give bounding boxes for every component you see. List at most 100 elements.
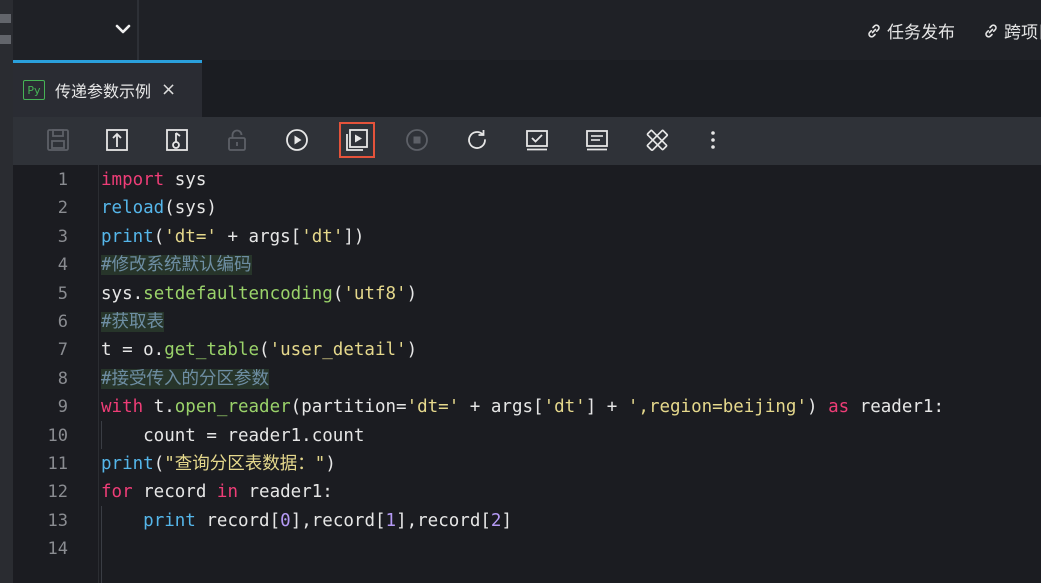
line-number: 5 [57, 283, 68, 304]
code-token: sys [164, 170, 207, 190]
line-number: 14 [47, 539, 68, 560]
code-token: ) [406, 340, 418, 361]
code-token: 'dt' [301, 226, 344, 247]
code-token: (sys) [164, 198, 217, 219]
save-button[interactable] [43, 125, 73, 155]
code-token: record [132, 482, 217, 503]
submit-button[interactable] [102, 125, 132, 155]
code-token: 2 [490, 510, 502, 531]
format-icon [586, 130, 608, 151]
code-token: 1 [385, 510, 397, 531]
code-line[interactable]: with t.open_reader(partition='dt=' + arg… [101, 393, 944, 421]
code-token: as [828, 397, 850, 418]
code-line[interactable]: sys.setdefaultencoding('utf8') [101, 280, 417, 308]
line-number: 6 [57, 312, 68, 332]
code-editor[interactable]: 1 2 3 4 5 6 7 8 9 10 11 12 13 14 import sys reload(sys… [13, 165, 1041, 583]
code-token: ( [259, 340, 270, 361]
code-token: ) [325, 454, 336, 474]
code-token: in [216, 482, 238, 503]
check-icon [526, 130, 548, 151]
code-token: 'utf8' [343, 283, 407, 304]
code-token: count = reader1.count [101, 425, 365, 446]
commit-button[interactable] [162, 125, 192, 155]
code-token: setdefaultencoding [143, 283, 333, 304]
refresh-button[interactable] [462, 125, 492, 155]
tab-title: 传递参数示例 [55, 82, 152, 101]
code-line[interactable]: count = reader1.count [101, 422, 364, 450]
code-token: 'dt' [543, 397, 586, 418]
line-number: 3 [57, 226, 68, 247]
check-button[interactable] [522, 125, 552, 155]
settings-button[interactable] [642, 125, 672, 155]
code-line[interactable]: import sys [101, 166, 206, 194]
topbar-divider [137, 0, 139, 60]
run-button[interactable] [282, 125, 312, 155]
format-button[interactable] [582, 125, 612, 155]
code-token: (partition= [290, 397, 407, 418]
cross-project-link[interactable]: 跨项目 [983, 18, 1041, 43]
left-sidebar-strip [0, 0, 13, 583]
tab-pass-params-example[interactable]: Py 传递参数示例 × [13, 60, 202, 117]
code-token: for [101, 482, 133, 503]
save-icon [47, 129, 69, 151]
code-token: reload [101, 198, 165, 219]
python-file-icon: Py [23, 80, 45, 100]
code-token: open_reader [174, 397, 291, 418]
code-token: 'dt=' [406, 397, 460, 418]
top-bar: 任务发布 跨项目 [13, 0, 1041, 60]
code-line[interactable]: #获取表 [101, 308, 165, 336]
settings-icon [646, 129, 669, 152]
code-line[interactable]: print('dt=' + args['dt']) [101, 223, 364, 251]
more-icon [711, 131, 715, 149]
close-icon[interactable]: × [161, 81, 176, 99]
stop-button[interactable] [402, 125, 432, 155]
code-token: print [101, 226, 154, 247]
code-line[interactable]: print("查询分区表数据：") [101, 450, 336, 478]
code-token: #获取表 [101, 312, 165, 332]
run-icon [286, 129, 308, 151]
publish-task-link[interactable]: 任务发布 [866, 18, 955, 43]
code-token: ( [153, 454, 165, 474]
sidebar-marker [0, 14, 11, 23]
chevron-down-icon[interactable] [113, 18, 133, 40]
more-button[interactable] [698, 125, 728, 155]
stop-icon [406, 129, 428, 151]
editor-toolbar [13, 117, 1041, 165]
code-line[interactable]: #修改系统默认编码 [101, 251, 252, 279]
top-links: 任务发布 跨项目 [866, 18, 1041, 43]
link-icon [868, 23, 880, 38]
code-token: sys. [101, 283, 144, 304]
code-token: + args[ [216, 226, 302, 247]
lock-icon [228, 129, 246, 151]
code-line[interactable]: for record in reader1: [101, 478, 333, 506]
code-token: t = o. [101, 340, 165, 361]
line-number: 8 [57, 368, 68, 389]
code-token: #接受传入的分区参数 [101, 368, 270, 389]
code-token: ) [807, 397, 829, 418]
code-token: record[ [195, 510, 281, 531]
run-with-params-icon [346, 129, 368, 151]
code-token: print [143, 510, 196, 531]
line-number: 9 [57, 397, 68, 418]
code-line[interactable]: print record[0],record[1],record[2] [101, 507, 512, 535]
code-token: t. [143, 397, 175, 418]
code-token: ( [332, 283, 344, 304]
upload-icon [106, 129, 128, 151]
code-line[interactable]: #接受传入的分区参数 [101, 365, 270, 393]
code-token: reader1: [237, 482, 333, 503]
code-token: get_table [164, 340, 260, 361]
code-token: 0 [280, 510, 291, 531]
code-line[interactable]: reload(sys) [101, 194, 217, 222]
link-icon [985, 23, 997, 38]
line-number: 4 [57, 255, 68, 276]
commit-icon [166, 129, 188, 151]
line-number: 1 [57, 170, 68, 190]
line-number: 10 [47, 425, 68, 446]
code-token: reader1: [849, 397, 944, 418]
code-token: ] [501, 510, 512, 531]
code-line[interactable]: t = o.get_table('user_detail') [101, 336, 417, 364]
refresh-icon [468, 130, 486, 149]
run-with-params-button[interactable] [339, 122, 375, 158]
lock-button[interactable] [222, 125, 252, 155]
